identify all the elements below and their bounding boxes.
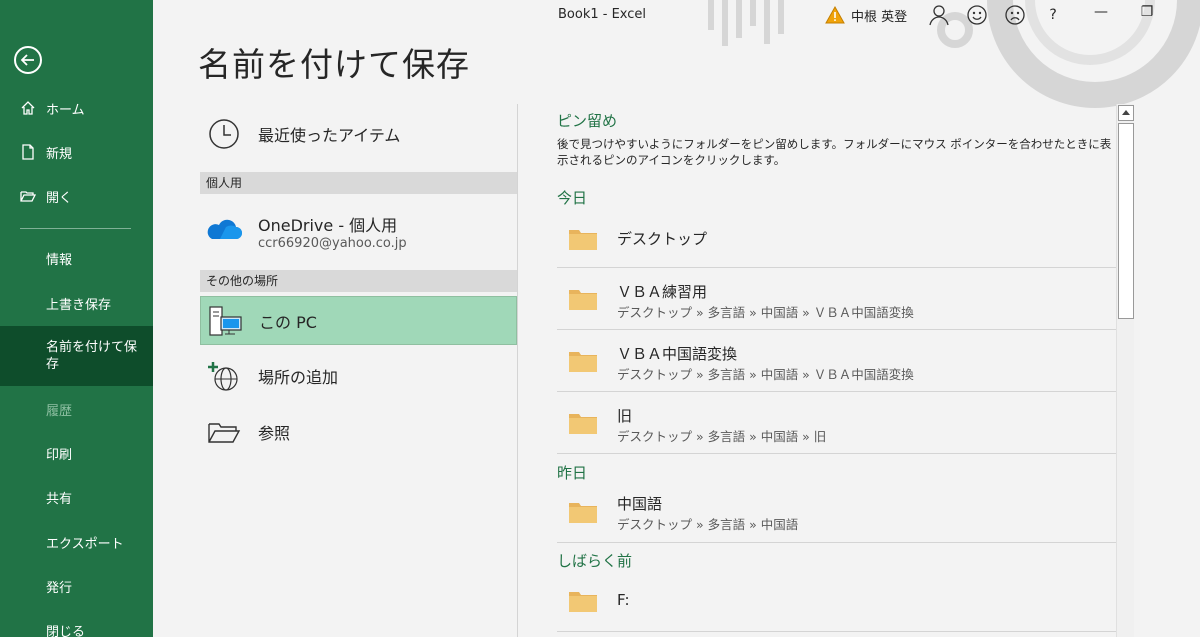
folder-icon (569, 592, 597, 612)
sidebar-item-label: ホーム (46, 102, 85, 118)
frown-feedback-icon[interactable] (1003, 3, 1027, 27)
today-section-title: 今日 (557, 189, 588, 207)
onedrive-name: OneDrive - 個人用 (258, 215, 398, 235)
sidebar-item-new[interactable]: 新規 (0, 130, 153, 174)
folder-name: F: (617, 591, 630, 609)
scroll-up-button[interactable] (1118, 105, 1134, 121)
location-this-pc[interactable]: この PC (200, 296, 517, 345)
folder-item[interactable]: 旧 デスクトップ » 多言語 » 中国語 » 旧 (557, 392, 1116, 454)
open-folder-icon (20, 191, 36, 202)
sidebar-item-share[interactable]: 共有 (0, 475, 153, 519)
sidebar-item-label: 閉じる (46, 624, 86, 637)
sidebar-item-history: 履歴 (0, 387, 153, 431)
folder-path: デスクトップ » 多言語 » 中国語 (617, 517, 799, 532)
folder-item[interactable]: デスクトップ (557, 208, 1116, 268)
folder-icon (569, 352, 597, 372)
help-button[interactable]: ? (1041, 3, 1065, 27)
sidebar-item-label: エクスポート (46, 536, 124, 552)
warning-icon[interactable] (825, 6, 845, 24)
folder-item[interactable]: ＶＢＡ中国語変換 デスクトップ » 多言語 » 中国語 » ＶＢＡ中国語変換 (557, 330, 1116, 392)
location-onedrive[interactable]: OneDrive - 個人用 ccr66920@yahoo.co.jp (200, 206, 517, 256)
location-label: 参照 (258, 424, 291, 443)
add-place-globe-icon (208, 362, 238, 391)
folder-item[interactable]: F: (557, 572, 1116, 632)
location-label: 場所の追加 (258, 368, 339, 387)
onedrive-cloud-icon (207, 219, 242, 239)
onedrive-account: ccr66920@yahoo.co.jp (258, 235, 407, 251)
sidebar-item-label: 新規 (46, 146, 73, 162)
user-name[interactable]: 中根 英登 (851, 6, 907, 25)
folder-icon (569, 414, 597, 434)
location-recent[interactable]: 最近使ったアイテム (200, 114, 517, 154)
location-label: この PC (259, 312, 317, 332)
folder-path: デスクトップ » 多言語 » 中国語 » ＶＢＡ中国語変換 (617, 367, 914, 382)
back-arrow-icon (20, 54, 34, 66)
sidebar-item-close[interactable]: 閉じる (0, 608, 153, 637)
sidebar-item-label: 発行 (46, 580, 73, 596)
folder-icon (569, 503, 597, 523)
backstage-sidebar: ホーム 新規 開く 情報 上書き保存 名前を付けて保存 履歴 印刷 共有 エクス… (0, 0, 153, 637)
minimize-button[interactable]: — (1081, 4, 1121, 26)
folder-path: デスクトップ » 多言語 » 中国語 » 旧 (617, 429, 827, 444)
sidebar-item-label: 開く (46, 190, 73, 206)
sidebar-item-info[interactable]: 情報 (0, 236, 153, 280)
new-file-icon (22, 144, 34, 160)
folder-name: デスクトップ (617, 230, 708, 248)
clock-icon (209, 119, 239, 149)
sidebar-item-label: 共有 (46, 491, 73, 507)
sidebar-item-open[interactable]: 開く (0, 174, 153, 218)
personal-section-header: 個人用 (200, 172, 517, 194)
browse-folder-icon (208, 423, 241, 443)
sidebar-item-label: 印刷 (46, 447, 73, 463)
pinned-description: 後で見つけやすいようにフォルダーをピン留めします。フォルダーにマウス ポインター… (557, 137, 1112, 167)
sidebar-item-label: 履歴 (46, 403, 73, 419)
column-divider (517, 104, 518, 637)
sidebar-item-print[interactable]: 印刷 (0, 431, 153, 475)
folder-scrollbar[interactable] (1116, 104, 1134, 637)
folder-name: ＶＢＡ練習用 (617, 283, 708, 301)
sidebar-item-save-as[interactable]: 名前を付けて保存 (0, 326, 153, 386)
other-section-header: その他の場所 (200, 270, 517, 292)
folder-name: 旧 (617, 407, 633, 425)
location-add-place[interactable]: 場所の追加 (200, 356, 517, 396)
title-bar: Book1 - Excel 中根 英登 ? — ❐ (153, 0, 1200, 30)
sidebar-item-export[interactable]: エクスポート (0, 520, 153, 564)
location-browse[interactable]: 参照 (200, 412, 517, 452)
smile-feedback-icon[interactable] (965, 3, 989, 27)
back-button[interactable] (14, 46, 42, 74)
page-title: 名前を付けて保存 (198, 45, 470, 84)
location-label: 最近使ったアイテム (258, 126, 401, 145)
sidebar-item-label: 名前を付けて保存 (46, 340, 138, 372)
folder-name: ＶＢＡ中国語変換 (617, 345, 738, 363)
computer-icon (209, 305, 242, 336)
sidebar-divider (20, 228, 131, 229)
folder-icon (569, 290, 597, 310)
restore-button[interactable]: ❐ (1127, 4, 1167, 26)
pinned-section-title: ピン留め (557, 112, 618, 130)
yesterday-section-title: 昨日 (557, 464, 588, 482)
sidebar-item-publish[interactable]: 発行 (0, 564, 153, 608)
sidebar-item-home[interactable]: ホーム (0, 86, 153, 130)
folder-item[interactable]: 中国語 デスクトップ » 多言語 » 中国語 (557, 481, 1116, 543)
folder-icon (569, 230, 597, 250)
sidebar-item-label: 情報 (46, 252, 73, 268)
older-section-title: しばらく前 (557, 552, 633, 570)
folder-name: 中国語 (617, 495, 663, 513)
account-icon[interactable] (927, 3, 951, 27)
folder-item[interactable]: ＶＢＡ練習用 デスクトップ » 多言語 » 中国語 » ＶＢＡ中国語変換 (557, 268, 1116, 330)
user-area: 中根 英登 ? (825, 0, 1079, 30)
sidebar-item-save[interactable]: 上書き保存 (0, 281, 153, 325)
scroll-thumb[interactable] (1118, 123, 1134, 319)
home-icon (21, 101, 35, 115)
window-title: Book1 - Excel (558, 7, 647, 22)
sidebar-item-label: 上書き保存 (46, 297, 112, 313)
folder-path: デスクトップ » 多言語 » 中国語 » ＶＢＡ中国語変換 (617, 305, 914, 320)
